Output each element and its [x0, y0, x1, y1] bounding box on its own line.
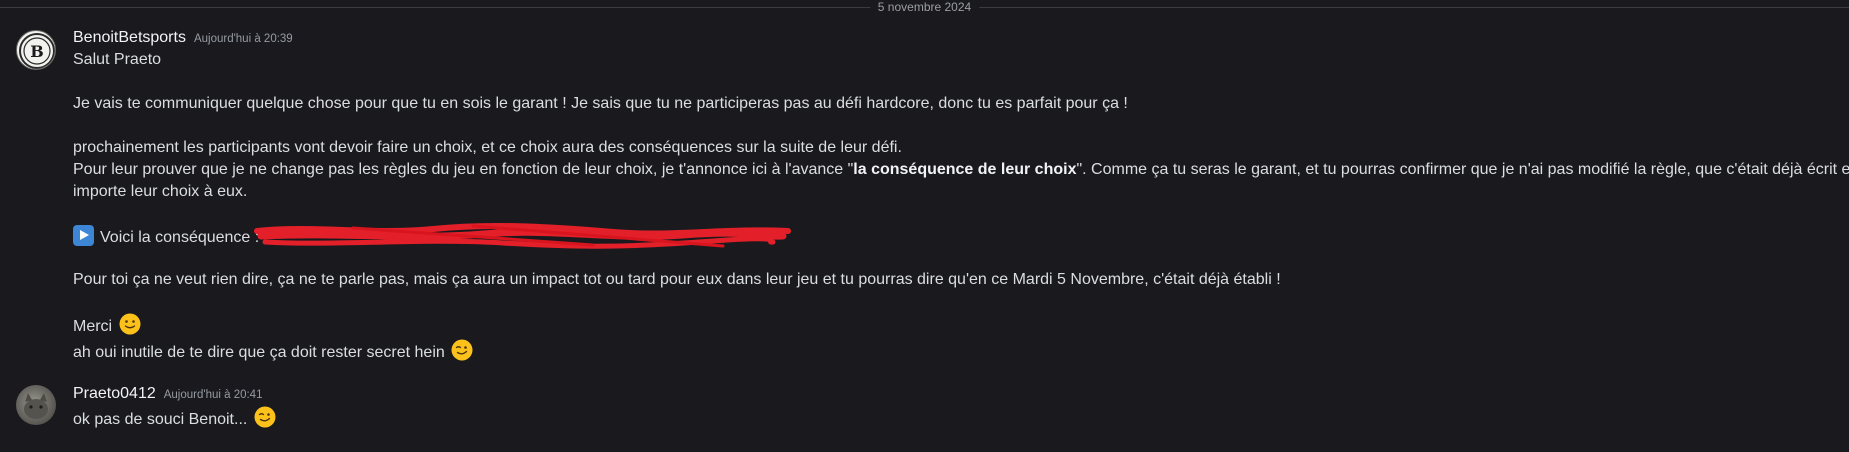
- date-divider-label: 5 novembre 2024: [869, 0, 980, 15]
- arrow-right-emoji-icon: [73, 225, 94, 246]
- message-line: Pour toi ça ne veut rien dire, ça ne te …: [73, 271, 1281, 288]
- timestamp[interactable]: Aujourd'hui à 20:39: [194, 33, 293, 45]
- line-text: ah oui inutile de te dire que ça doit re…: [73, 344, 445, 361]
- slight-smile-emoji-icon[interactable]: [119, 313, 141, 335]
- message-line: prochainement les participants vont devo…: [73, 139, 902, 156]
- line-text: ". Comme ça tu seras le garant, et tu po…: [1076, 161, 1849, 178]
- username[interactable]: BenoitBetsports: [73, 29, 186, 47]
- message-line: Pour leur prouver que je ne change pas l…: [73, 159, 1849, 181]
- message-header: BenoitBetsports Aujourd'hui à 20:39: [73, 29, 293, 51]
- wink-emoji-icon[interactable]: [254, 406, 276, 428]
- bold-text: la conséquence de leur choix: [853, 161, 1077, 178]
- message-line: Merci: [73, 313, 141, 338]
- message-line: Je vais te communiquer quelque chose pou…: [73, 95, 1128, 112]
- svg-text:B: B: [30, 42, 44, 61]
- message-header: Praeto0412 Aujourd'hui à 20:41: [73, 385, 262, 407]
- cat-photo-avatar[interactable]: [16, 385, 56, 425]
- username[interactable]: Praeto0412: [73, 385, 156, 403]
- message-line: ah oui inutile de te dire que ça doit re…: [73, 339, 473, 364]
- line-text: Pour leur prouver que je ne change pas l…: [73, 161, 854, 178]
- wink-emoji-icon[interactable]: [451, 339, 473, 361]
- message-line-consequence: Voici la conséquence :: [73, 225, 259, 249]
- message-line: ok pas de souci Benoit...: [73, 406, 276, 431]
- message-line: importe leur choix à eux.: [73, 183, 248, 200]
- message-line: Salut Praeto: [73, 51, 162, 68]
- line-text: Merci: [73, 318, 113, 335]
- timestamp[interactable]: Aujourd'hui à 20:41: [164, 389, 263, 401]
- betsports-logo-avatar[interactable]: B: [16, 30, 56, 70]
- redaction-scribble: [254, 223, 791, 249]
- consequence-label: Voici la conséquence :: [100, 229, 260, 246]
- line-text: ok pas de souci Benoit...: [73, 411, 248, 428]
